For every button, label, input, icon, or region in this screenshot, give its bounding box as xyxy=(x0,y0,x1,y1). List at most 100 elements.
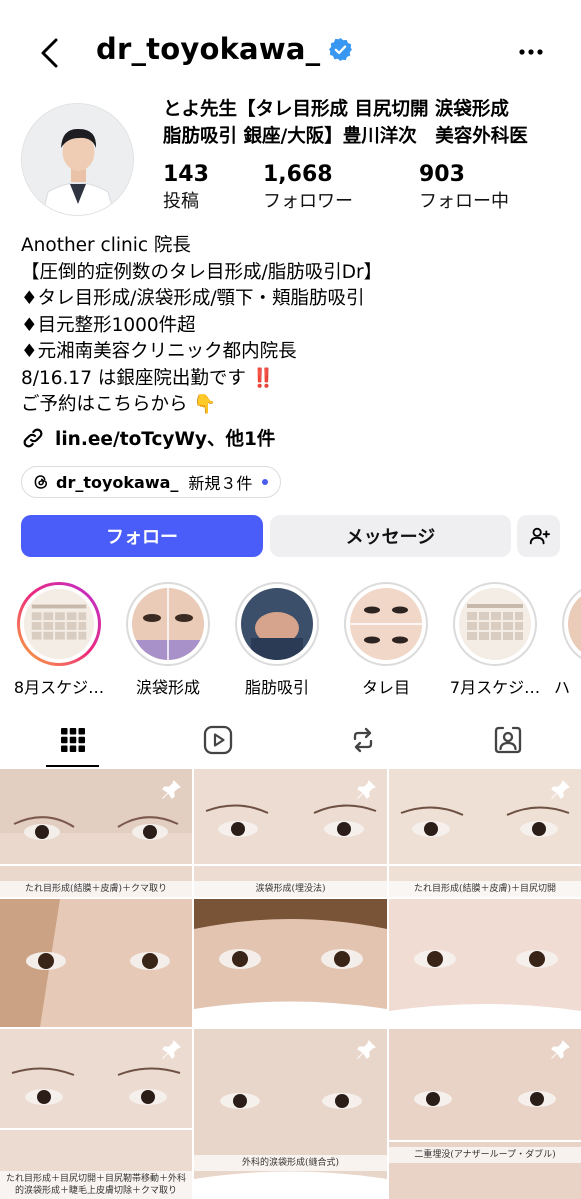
highlight-label: タレ目 xyxy=(361,678,410,697)
add-person-icon xyxy=(529,527,550,545)
post-caption: 涙袋形成(埋没法) xyxy=(194,881,387,897)
bio-line: ご予約はこちらから xyxy=(21,394,188,415)
post-caption: たれ目形成(結膜＋皮膚)＋目尻切開 xyxy=(389,881,581,897)
bio-line: ♦目元整形1000件超 xyxy=(21,314,196,336)
highlight-ring xyxy=(235,582,319,666)
profile-header: dr_toyokawa_ xyxy=(0,0,581,100)
highlight-liposuction[interactable]: 脂肪吸引 xyxy=(227,582,327,697)
highlight-cover xyxy=(459,588,531,660)
post-thumbnail[interactable]: 二重埋没(アナザーループ・ダブル) xyxy=(389,1029,581,1199)
highlight-ring xyxy=(17,582,101,666)
posts-label: 投稿 xyxy=(163,191,199,212)
pinned-icon xyxy=(162,1040,181,1059)
highlight-ring xyxy=(562,582,581,666)
back-arrow-icon[interactable] xyxy=(34,34,68,72)
bio-line: ♦タレ目形成/涙袋形成/顎下・頬脂肪吸引 xyxy=(21,288,365,309)
highlight-label: 7月スケジ… xyxy=(449,678,541,697)
reels-icon xyxy=(203,725,232,755)
posts-count: 143 xyxy=(163,162,209,187)
full-name-line-1: とよ先生【タレ目形成 目尻切開 涙袋形成 xyxy=(163,99,509,120)
highlight-partial[interactable]: ハ xyxy=(554,582,581,697)
username-title: dr_toyokawa_ xyxy=(96,32,353,66)
eyes-photo xyxy=(389,899,581,1027)
tagged-person-icon xyxy=(494,726,521,754)
active-tab-indicator xyxy=(46,765,99,767)
bio-line-with-emoji: ご予約はこちらから 👇 xyxy=(21,392,571,419)
threads-icon xyxy=(34,475,48,489)
story-highlights: 8月スケジ… 涙袋形成 脂肪吸引 タレ目 7月スケジ… ハ xyxy=(0,582,581,697)
bio-line: ♦元湘南美容クリニック都内院長 xyxy=(21,341,297,362)
threads-new-count: 新規３件 xyxy=(188,474,253,493)
post-thumbnail[interactable] xyxy=(194,899,387,1027)
highlight-ring xyxy=(126,582,210,666)
highlight-august-schedule[interactable]: 8月スケジ… xyxy=(9,582,109,697)
post-caption: 外科的涙袋形成(縫合式) xyxy=(194,1155,387,1171)
tab-reels[interactable] xyxy=(145,712,290,768)
post-thumbnail[interactable]: たれ目形成＋目尻切開＋目尻靭帯移動＋外科的涙袋形成＋睫毛上皮膚切除＋クマ取り xyxy=(0,1029,192,1199)
pinned-icon xyxy=(357,1040,376,1059)
bio-line: 8/16.17 は銀座院出勤です xyxy=(21,367,246,389)
post-caption: たれ目形成(結膜＋皮膚)＋クマ取り xyxy=(0,881,192,897)
post-thumbnail[interactable] xyxy=(389,899,581,1027)
stat-posts[interactable]: 143 投稿 xyxy=(163,162,209,216)
bio-line-with-emoji: 8/16.17 は銀座院出勤です ‼️ xyxy=(21,366,571,393)
post-caption: 二重埋没(アナザーループ・ダブル) xyxy=(389,1147,581,1163)
profile-full-name: とよ先生【タレ目形成 目尻切開 涙袋形成 脂肪吸引 銀座/大阪】豊川洋次 美容外… xyxy=(163,96,573,150)
tab-posts-grid[interactable] xyxy=(0,712,145,768)
highlight-ring xyxy=(344,582,428,666)
following-count: 903 xyxy=(419,162,465,187)
bio-line: Another clinic 院長 xyxy=(21,235,191,256)
follow-button[interactable]: フォロー xyxy=(21,515,263,557)
username-text: dr_toyokawa_ xyxy=(96,32,321,66)
followers-count: 1,668 xyxy=(263,162,333,187)
message-button[interactable]: メッセージ xyxy=(270,515,511,557)
profile-avatar[interactable] xyxy=(21,103,134,216)
suggest-users-button[interactable] xyxy=(517,515,560,557)
pinned-icon xyxy=(551,780,570,799)
bio-link[interactable]: lin.ee/toTcyWy、他1件 xyxy=(21,423,275,453)
post-thumbnail[interactable] xyxy=(0,899,192,1027)
full-name-line-2: 脂肪吸引 銀座/大阪】豊川洋次 美容外科医 xyxy=(163,126,528,147)
highlight-cover xyxy=(568,588,581,660)
followers-label: フォロワー xyxy=(263,191,353,212)
highlight-tear-trough[interactable]: 涙袋形成 xyxy=(118,582,218,697)
repost-icon xyxy=(353,727,372,753)
grid-icon xyxy=(60,728,85,752)
highlight-july-schedule[interactable]: 7月スケジ… xyxy=(445,582,545,697)
post-thumbnail[interactable]: たれ目形成(結膜＋皮膚)＋クマ取り xyxy=(0,769,192,897)
pointing-down-emoji: 👇 xyxy=(193,394,217,415)
threads-handle: dr_toyokawa_ xyxy=(56,472,179,492)
following-label: フォロー中 xyxy=(419,191,509,212)
eyes-photo xyxy=(194,899,387,1027)
post-thumbnail[interactable]: 外科的涙袋形成(縫合式) xyxy=(194,1029,387,1199)
unread-dot xyxy=(262,479,269,485)
highlight-cover xyxy=(132,588,204,660)
link-text: lin.ee/toTcyWy、他1件 xyxy=(55,429,276,450)
posts-grid: たれ目形成(結膜＋皮膚)＋クマ取り 涙袋形成(埋没法) たれ目形成(結膜＋皮膚)… xyxy=(0,769,581,1199)
stat-followers[interactable]: 1,668 フォロワー xyxy=(263,162,353,216)
more-options-icon[interactable] xyxy=(517,38,545,66)
tab-reposts[interactable] xyxy=(290,712,435,768)
link-icon xyxy=(23,428,43,448)
tab-tagged[interactable] xyxy=(435,712,580,768)
pinned-icon xyxy=(162,780,181,799)
verified-badge-icon xyxy=(329,37,353,61)
highlight-label: 涙袋形成 xyxy=(135,678,200,697)
double-exclamation-emoji: ‼️ xyxy=(251,367,275,389)
content-tabs xyxy=(0,712,581,768)
highlight-label: 脂肪吸引 xyxy=(244,678,309,697)
post-thumbnail[interactable]: 涙袋形成(埋没法) xyxy=(194,769,387,897)
highlight-droopy-eyes[interactable]: タレ目 xyxy=(336,582,436,697)
highlight-cover xyxy=(350,588,422,660)
bio-line: 【圧倒的症例数のタレ目形成/脂肪吸引Dr】 xyxy=(21,261,383,283)
highlight-cover xyxy=(24,589,94,659)
eyes-photo xyxy=(0,899,192,1027)
post-caption: たれ目形成＋目尻切開＋目尻靭帯移動＋外科的涙袋形成＋睫毛上皮膚切除＋クマ取り xyxy=(0,1171,192,1199)
profile-stats: 143 投稿 1,668 フォロワー 903 フォロー中 xyxy=(163,162,573,218)
threads-badge[interactable]: dr_toyokawa_ 新規３件 xyxy=(21,466,282,498)
post-thumbnail[interactable]: たれ目形成(結膜＋皮膚)＋目尻切開 xyxy=(389,769,581,897)
avatar-illustration xyxy=(22,104,133,215)
pinned-icon xyxy=(551,1040,570,1059)
highlight-label: ハ xyxy=(554,678,571,697)
stat-following[interactable]: 903 フォロー中 xyxy=(419,162,509,216)
